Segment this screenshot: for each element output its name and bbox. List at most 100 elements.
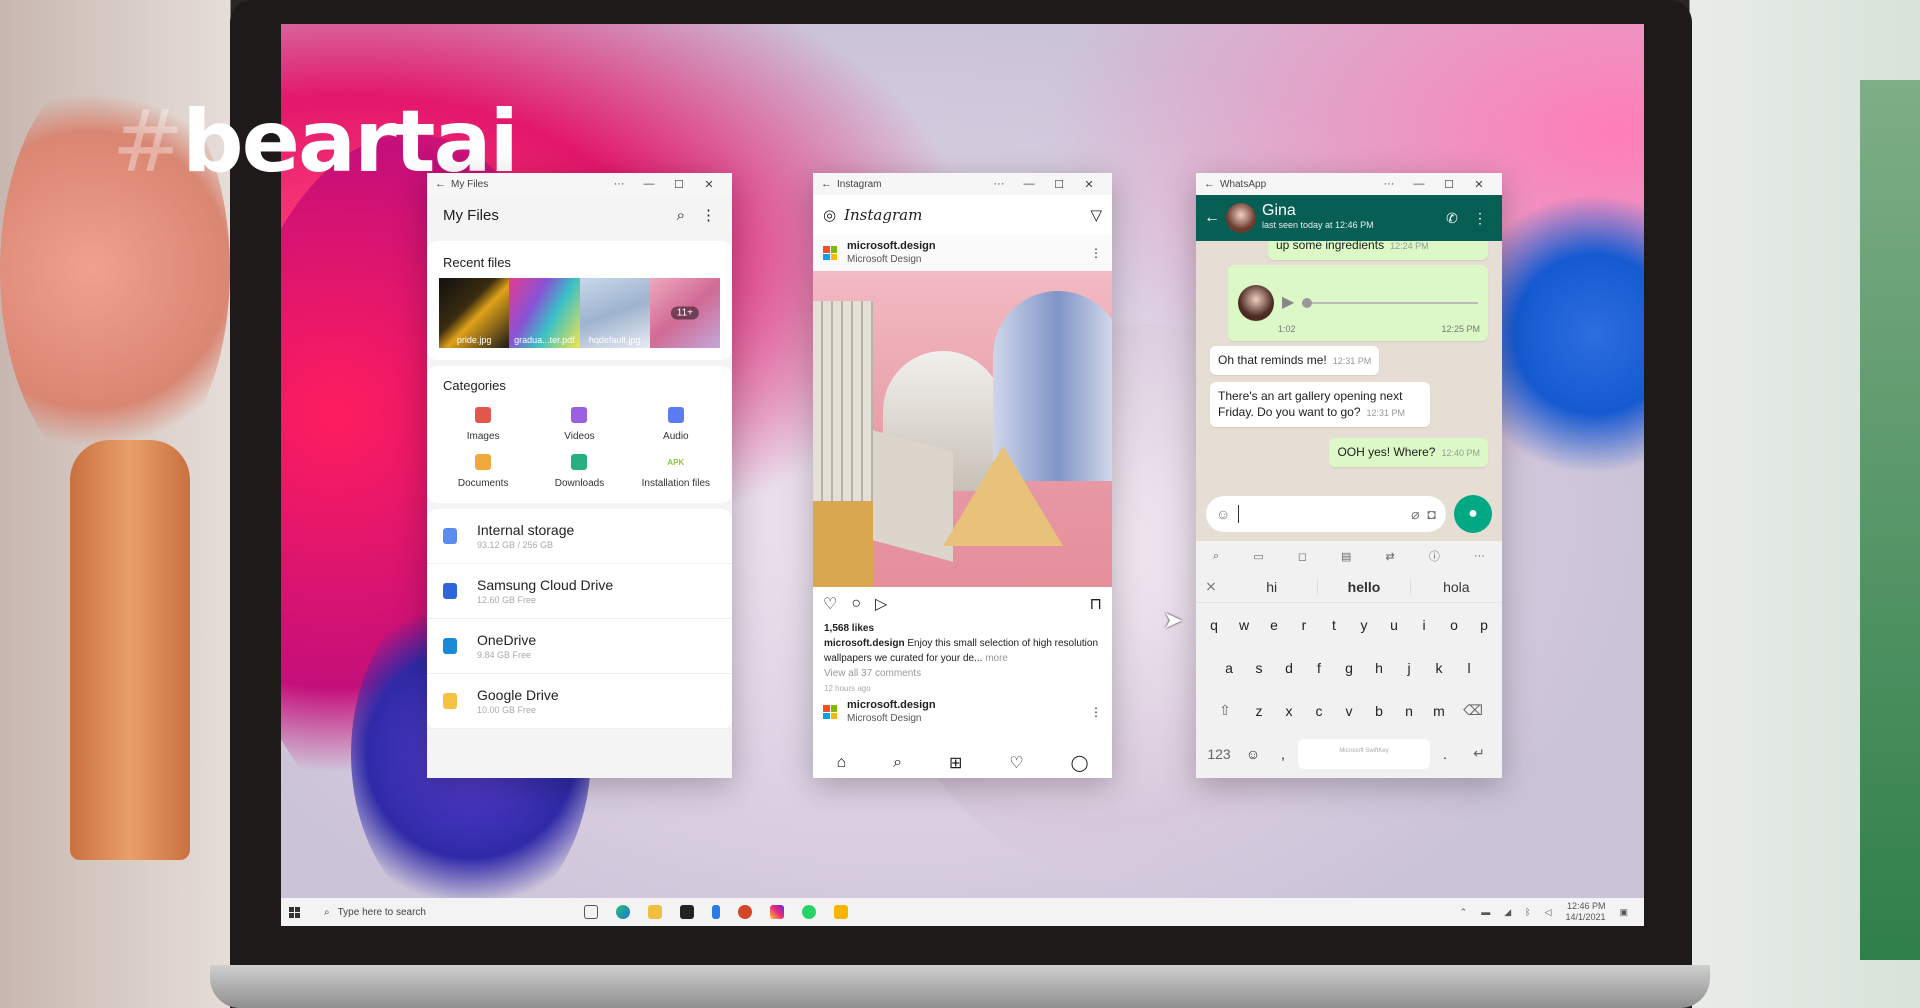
phone-icon[interactable] (712, 905, 720, 919)
key-w[interactable]: w (1229, 617, 1259, 633)
recent-file-thumbnail[interactable]: hqdefault.jpg (579, 278, 650, 348)
search-icon[interactable]: ⌕ (893, 754, 902, 772)
comment-icon[interactable]: ○ (851, 595, 861, 613)
more-icon[interactable]: ··· (984, 178, 1014, 190)
like-count[interactable]: 1,568 likes (824, 621, 1101, 636)
key-d[interactable]: d (1274, 660, 1304, 676)
backspace-key-icon[interactable]: ⌫ (1454, 702, 1492, 719)
store-icon[interactable] (680, 905, 694, 919)
search-icon[interactable]: ⌕ (1213, 550, 1219, 563)
numbers-key[interactable]: 123 (1200, 746, 1238, 762)
close-button[interactable]: ✕ (694, 178, 724, 191)
info-icon[interactable]: ⓘ (1429, 548, 1440, 564)
key-k[interactable]: k (1424, 660, 1454, 676)
shift-key-icon[interactable]: ⇧ (1206, 702, 1244, 719)
recent-file-thumbnail[interactable]: pride.jpg (439, 278, 510, 348)
home-icon[interactable]: ⌂ (836, 754, 846, 772)
key-c[interactable]: c (1304, 703, 1334, 719)
camera-icon[interactable]: ◎ (823, 206, 836, 224)
key-e[interactable]: e (1259, 617, 1289, 633)
key-j[interactable]: j (1394, 660, 1424, 676)
category-downloads[interactable]: Downloads (531, 454, 627, 489)
powerpoint-icon[interactable] (738, 905, 752, 919)
storage-item[interactable]: OneDrive 9.84 GB Free (427, 619, 732, 674)
mic-button[interactable]: ● (1454, 495, 1492, 533)
file-explorer-icon[interactable] (648, 905, 662, 919)
direct-message-icon[interactable]: ▽ (1090, 206, 1102, 224)
storage-item[interactable]: Internal storage 93.12 GB / 256 GB (427, 509, 732, 564)
collapse-icon[interactable]: ⨯ (1196, 578, 1226, 595)
emoji-icon[interactable]: ☺ (1216, 506, 1230, 522)
period-key[interactable]: . (1430, 746, 1460, 762)
space-key[interactable]: Microsoft SwiftKey (1298, 738, 1430, 769)
taskbar-search[interactable]: ⌕ Type here to search (308, 907, 568, 918)
minimize-button[interactable]: — (1014, 178, 1044, 190)
suggestion[interactable]: hi (1226, 579, 1317, 595)
voice-message[interactable]: ▶ 1:02 12:25 PM (1228, 265, 1488, 341)
add-post-icon[interactable]: ⊞ (949, 753, 962, 773)
more-icon[interactable]: ··· (1374, 178, 1404, 190)
key-y[interactable]: y (1349, 617, 1379, 633)
more-icon[interactable]: ··· (604, 178, 634, 190)
clock[interactable]: 12:46 PM 14/1/2021 (1565, 901, 1605, 923)
key-s[interactable]: s (1244, 660, 1274, 676)
category-documents[interactable]: Documents (435, 454, 531, 489)
key-r[interactable]: r (1289, 617, 1319, 633)
chevron-up-icon[interactable]: ⌃ (1460, 907, 1468, 918)
storage-item[interactable]: Google Drive 10.00 GB Free (427, 674, 732, 729)
key-g[interactable]: g (1334, 660, 1364, 676)
gif-icon[interactable]: ▭ (1253, 550, 1263, 563)
key-m[interactable]: m (1424, 703, 1454, 719)
instagram-icon[interactable] (770, 905, 784, 919)
minimize-button[interactable]: — (634, 178, 664, 190)
search-icon[interactable]: ⌕ (677, 207, 685, 224)
key-h[interactable]: h (1364, 660, 1394, 676)
key-b[interactable]: b (1364, 703, 1394, 719)
kebab-menu-icon[interactable]: ⋮ (701, 206, 716, 224)
message-bubble[interactable]: up some ingredients 12:24 PM (1268, 241, 1488, 260)
clipboard-icon[interactable]: ▤ (1341, 550, 1351, 563)
avatar[interactable] (1226, 203, 1256, 233)
key-z[interactable]: z (1244, 703, 1274, 719)
play-icon[interactable]: ▶ (1282, 295, 1294, 311)
close-button[interactable]: ✕ (1464, 178, 1494, 191)
profile-icon[interactable]: ◯ (1071, 753, 1089, 773)
category-audio[interactable]: Audio (628, 407, 724, 442)
caption-more-link[interactable]: more (985, 653, 1008, 664)
post-menu-icon[interactable]: ⋮ (1090, 246, 1102, 260)
key-i[interactable]: i (1409, 617, 1439, 633)
contact-name[interactable]: Gina (1262, 202, 1296, 219)
message-bubble[interactable]: There's an art gallery opening next Frid… (1210, 382, 1430, 427)
key-p[interactable]: p (1469, 617, 1499, 633)
call-icon[interactable]: ✆ (1438, 210, 1466, 227)
key-l[interactable]: l (1454, 660, 1484, 676)
more-icon[interactable]: ··· (1474, 550, 1485, 562)
post-username[interactable]: microsoft.design (847, 240, 1090, 252)
maximize-button[interactable]: ☐ (1434, 178, 1464, 191)
suggestion[interactable]: hola (1411, 579, 1502, 595)
key-n[interactable]: n (1394, 703, 1424, 719)
key-x[interactable]: x (1274, 703, 1304, 719)
suggestion[interactable]: hello (1317, 578, 1411, 595)
post-menu-icon[interactable]: ⋮ (1090, 705, 1102, 719)
translate-icon[interactable]: ⇄ (1386, 550, 1395, 563)
bookmark-icon[interactable]: ⊓ (1090, 594, 1102, 614)
like-heart-icon[interactable]: ♡ (823, 594, 837, 614)
volume-icon[interactable]: ◁ (1545, 907, 1552, 918)
key-a[interactable]: a (1214, 660, 1244, 676)
comma-key[interactable]: , (1268, 746, 1298, 762)
category-images[interactable]: Images (435, 407, 531, 442)
key-v[interactable]: v (1334, 703, 1364, 719)
caption-username[interactable]: microsoft.design (824, 638, 905, 649)
message-bubble[interactable]: Oh that reminds me! 12:31 PM (1210, 346, 1380, 375)
audio-progress-slider[interactable] (1302, 298, 1478, 308)
battery-icon[interactable]: ▬ (1481, 907, 1490, 917)
camera-icon[interactable]: ◘ (1428, 506, 1436, 522)
sticker-icon[interactable]: ◻ (1298, 550, 1307, 563)
key-o[interactable]: o (1439, 617, 1469, 633)
recent-files-more[interactable]: 11+ (649, 278, 720, 348)
myfiles-icon[interactable] (834, 905, 848, 919)
message-bubble[interactable]: OOH yes! Where? 12:40 PM (1329, 438, 1488, 467)
category-videos[interactable]: Videos (531, 407, 627, 442)
notifications-icon[interactable]: ▣ (1619, 907, 1628, 918)
